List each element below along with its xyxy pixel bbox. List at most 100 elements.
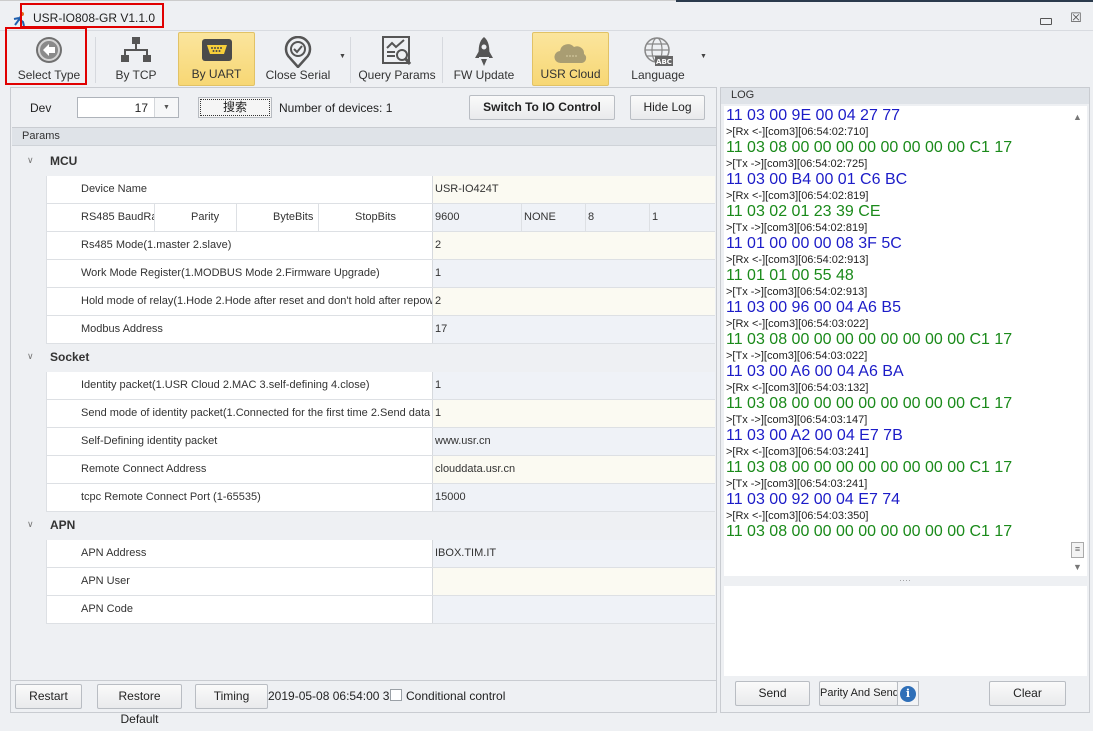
hide-log-button[interactable]: Hide Log — [630, 95, 705, 120]
switch-to-io-control-button[interactable]: Switch To IO Control — [469, 95, 615, 120]
usr-cloud-button[interactable]: USR Cloud — [532, 32, 609, 86]
send-input[interactable] — [724, 586, 1087, 676]
by-uart-button[interactable]: By UART — [178, 32, 255, 86]
log-meta-line: >[Tx ->][com3][06:54:02:819] — [726, 222, 868, 234]
minimize-icon[interactable] — [1037, 12, 1053, 26]
group-apn[interactable]: ∨ APN — [12, 512, 716, 539]
timing-button[interactable]: Timing — [195, 684, 268, 709]
param-row[interactable]: APN Code — [46, 596, 715, 624]
param-row[interactable]: Self-Defining identity packet www.usr.cn — [46, 428, 715, 456]
clear-button[interactable]: Clear — [989, 681, 1066, 706]
param-row[interactable]: Identity packet(1.USR Cloud 2.MAC 3.self… — [46, 372, 715, 400]
location-check-icon — [284, 35, 312, 71]
param-value[interactable]: 2 — [432, 232, 715, 259]
param-label: Self-Defining identity packet — [46, 428, 432, 455]
param-row-serial[interactable]: RS485 BaudRate Parity ByteBits StopBits … — [46, 204, 715, 232]
log-meta-line: >[Rx <-][com3][06:54:03:350] — [726, 510, 869, 522]
log-meta-line: >[Rx <-][com3][06:54:02:710] — [726, 126, 869, 138]
param-value[interactable] — [432, 568, 715, 595]
rocket-icon — [474, 36, 494, 71]
log-meta-line: >[Tx ->][com3][06:54:03:147] — [726, 414, 868, 426]
language-dropdown-icon[interactable]: ▼ — [700, 53, 707, 60]
param-label: APN Address — [46, 540, 432, 567]
bytebits-value[interactable]: 8 — [585, 204, 649, 231]
device-bar: Dev 17 ▼ 搜索 Number of devices: 1 Switch … — [11, 88, 716, 126]
param-row[interactable]: Hold mode of relay(1.Hode 2.Hode after r… — [46, 288, 715, 316]
param-value[interactable]: www.usr.cn — [432, 428, 715, 455]
restore-default-button[interactable]: Restore Default — [97, 684, 182, 726]
chevron-down-icon[interactable]: ▼ — [154, 98, 178, 117]
close-serial-button[interactable]: Close Serial — [262, 32, 334, 86]
param-row[interactable]: Work Mode Register(1.MODBUS Mode 2.Firmw… — [46, 260, 715, 288]
log-tx-line: 11 03 00 96 00 04 A6 B5 — [726, 299, 901, 316]
param-value[interactable]: clouddata.usr.cn — [432, 456, 715, 483]
param-row[interactable]: APN Address IBOX.TIM.IT — [46, 540, 715, 568]
by-tcp-button[interactable]: By TCP — [100, 32, 172, 86]
param-row[interactable]: APN User — [46, 568, 715, 596]
param-row[interactable]: Modbus Address 17 — [46, 316, 715, 344]
param-label: Modbus Address — [46, 316, 432, 343]
param-value[interactable]: 17 — [432, 316, 715, 343]
toolbar: Select Type By TCP By UART Close Serial … — [0, 30, 1093, 87]
log-tx-line: 11 03 00 A2 00 04 E7 7B — [726, 427, 903, 444]
param-value[interactable]: 1 — [432, 372, 715, 399]
param-label: tcpc Remote Connect Port (1-65535) — [46, 484, 432, 511]
device-count: Number of devices: 1 — [279, 101, 393, 115]
parity-value[interactable]: NONE — [521, 204, 585, 231]
language-button[interactable]: ABC Language — [622, 32, 694, 86]
dev-select[interactable]: 17 ▼ — [77, 97, 179, 118]
param-label: APN User — [46, 568, 432, 595]
param-label: Identity packet(1.USR Cloud 2.MAC 3.self… — [46, 372, 432, 399]
close-icon[interactable]: ☒ — [1068, 11, 1084, 25]
scroll-up-icon[interactable]: ▲ — [1073, 112, 1082, 122]
param-value[interactable]: 2 — [432, 288, 715, 315]
params-header: Params — [12, 128, 716, 146]
param-row[interactable]: Device Name USR-IO424T — [46, 176, 715, 204]
param-label: Work Mode Register(1.MODBUS Mode 2.Firmw… — [46, 260, 432, 287]
param-row[interactable]: Rs485 Mode(1.master 2.slave) 2 — [46, 232, 715, 260]
info-button[interactable]: i — [897, 681, 919, 706]
dev-label: Dev — [30, 101, 52, 115]
log-meta-line: >[Rx <-][com3][06:54:03:132] — [726, 382, 869, 394]
param-value[interactable]: 1 — [432, 260, 715, 287]
search-button[interactable]: 搜索 — [198, 97, 272, 118]
bytebits-label: ByteBits — [236, 204, 318, 231]
conditional-control-checkbox[interactable] — [390, 689, 402, 701]
group-socket[interactable]: ∨ Socket — [12, 344, 716, 371]
param-row[interactable]: Send mode of identity packet(1.Connected… — [46, 400, 715, 428]
log-splitter[interactable]: ···· — [721, 576, 1089, 586]
param-value[interactable]: USR-IO424T — [432, 176, 715, 203]
param-value[interactable]: 15000 — [432, 484, 715, 511]
param-label: Remote Connect Address — [46, 456, 432, 483]
chevron-down-icon[interactable]: ∨ — [27, 155, 34, 166]
log-rx-line: 11 03 08 00 00 00 00 00 00 00 00 C1 17 — [726, 139, 1013, 156]
scroll-thumb[interactable]: ≡ — [1071, 542, 1084, 558]
select-type-highlight-box — [5, 27, 87, 85]
param-value[interactable]: IBOX.TIM.IT — [432, 540, 715, 567]
fw-update-button[interactable]: FW Update — [448, 32, 520, 86]
restart-button[interactable]: Restart — [15, 684, 82, 709]
log-meta-line: >[Rx <-][com3][06:54:02:913] — [726, 254, 869, 266]
chevron-down-icon[interactable]: ∨ — [27, 519, 34, 530]
param-row[interactable]: Remote Connect Address clouddata.usr.cn — [46, 456, 715, 484]
log-meta-line: >[Tx ->][com3][06:54:02:913] — [726, 286, 868, 298]
close-serial-dropdown-icon[interactable]: ▼ — [339, 53, 346, 60]
scroll-down-icon[interactable]: ▼ — [1073, 562, 1082, 572]
chevron-down-icon[interactable]: ∨ — [27, 351, 34, 362]
param-value[interactable] — [432, 596, 715, 623]
baudrate-value[interactable]: 9600 — [432, 204, 521, 231]
stopbits-value[interactable]: 1 — [649, 204, 715, 231]
query-params-button[interactable]: Query Params — [357, 32, 437, 86]
conditional-control-label[interactable]: Conditional control — [406, 689, 505, 703]
globe-abc-icon: ABC — [642, 36, 674, 71]
send-button[interactable]: Send — [735, 681, 810, 706]
param-value[interactable]: 1 — [432, 400, 715, 427]
log-scrollbar[interactable]: ▲ ≡ ▼ — [1069, 106, 1087, 576]
parity-and-send-button[interactable]: Parity And Send — [819, 681, 898, 706]
param-row[interactable]: tcpc Remote Connect Port (1-65535) 15000 — [46, 484, 715, 512]
log-lines: 11 03 00 9E 00 04 27 77 >[Rx <-][com3][06… — [726, 108, 1066, 540]
group-mcu[interactable]: ∨ MCU — [12, 148, 716, 175]
log-output[interactable]: 11 03 00 9E 00 04 27 77 >[Rx <-][com3][06… — [724, 106, 1087, 576]
group-name: Socket — [50, 350, 90, 364]
log-tx-line: 11 03 00 A6 00 04 A6 BA — [726, 363, 904, 380]
